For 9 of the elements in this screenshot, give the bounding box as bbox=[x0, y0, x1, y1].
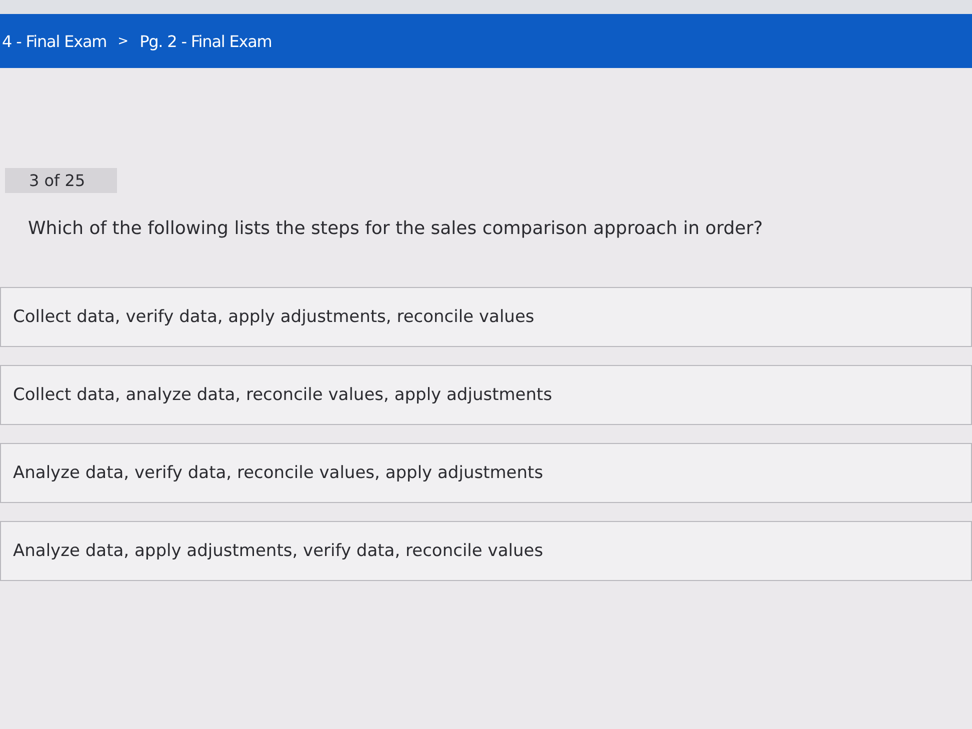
answer-option[interactable]: Analyze data, verify data, reconcile values, apply adjustments bbox=[0, 443, 972, 503]
question-counter: 3 of 25 bbox=[5, 168, 117, 193]
breadcrumb-separator: > bbox=[118, 34, 129, 48]
answer-option[interactable]: Analyze data, apply adjustments, verify data, reconcile values bbox=[0, 521, 972, 581]
answer-option[interactable]: Collect data, analyze data, reconcile values, apply adjustments bbox=[0, 365, 972, 425]
question-text: Which of the following lists the steps for the sales comparison approach in order? bbox=[28, 217, 764, 241]
breadcrumb-link[interactable]: 4 - Final Exam bbox=[2, 32, 107, 50]
answer-option[interactable]: Collect data, verify data, apply adjustments, reconcile values bbox=[0, 287, 972, 347]
breadcrumb-link[interactable]: Pg. 2 - Final Exam bbox=[140, 32, 272, 50]
